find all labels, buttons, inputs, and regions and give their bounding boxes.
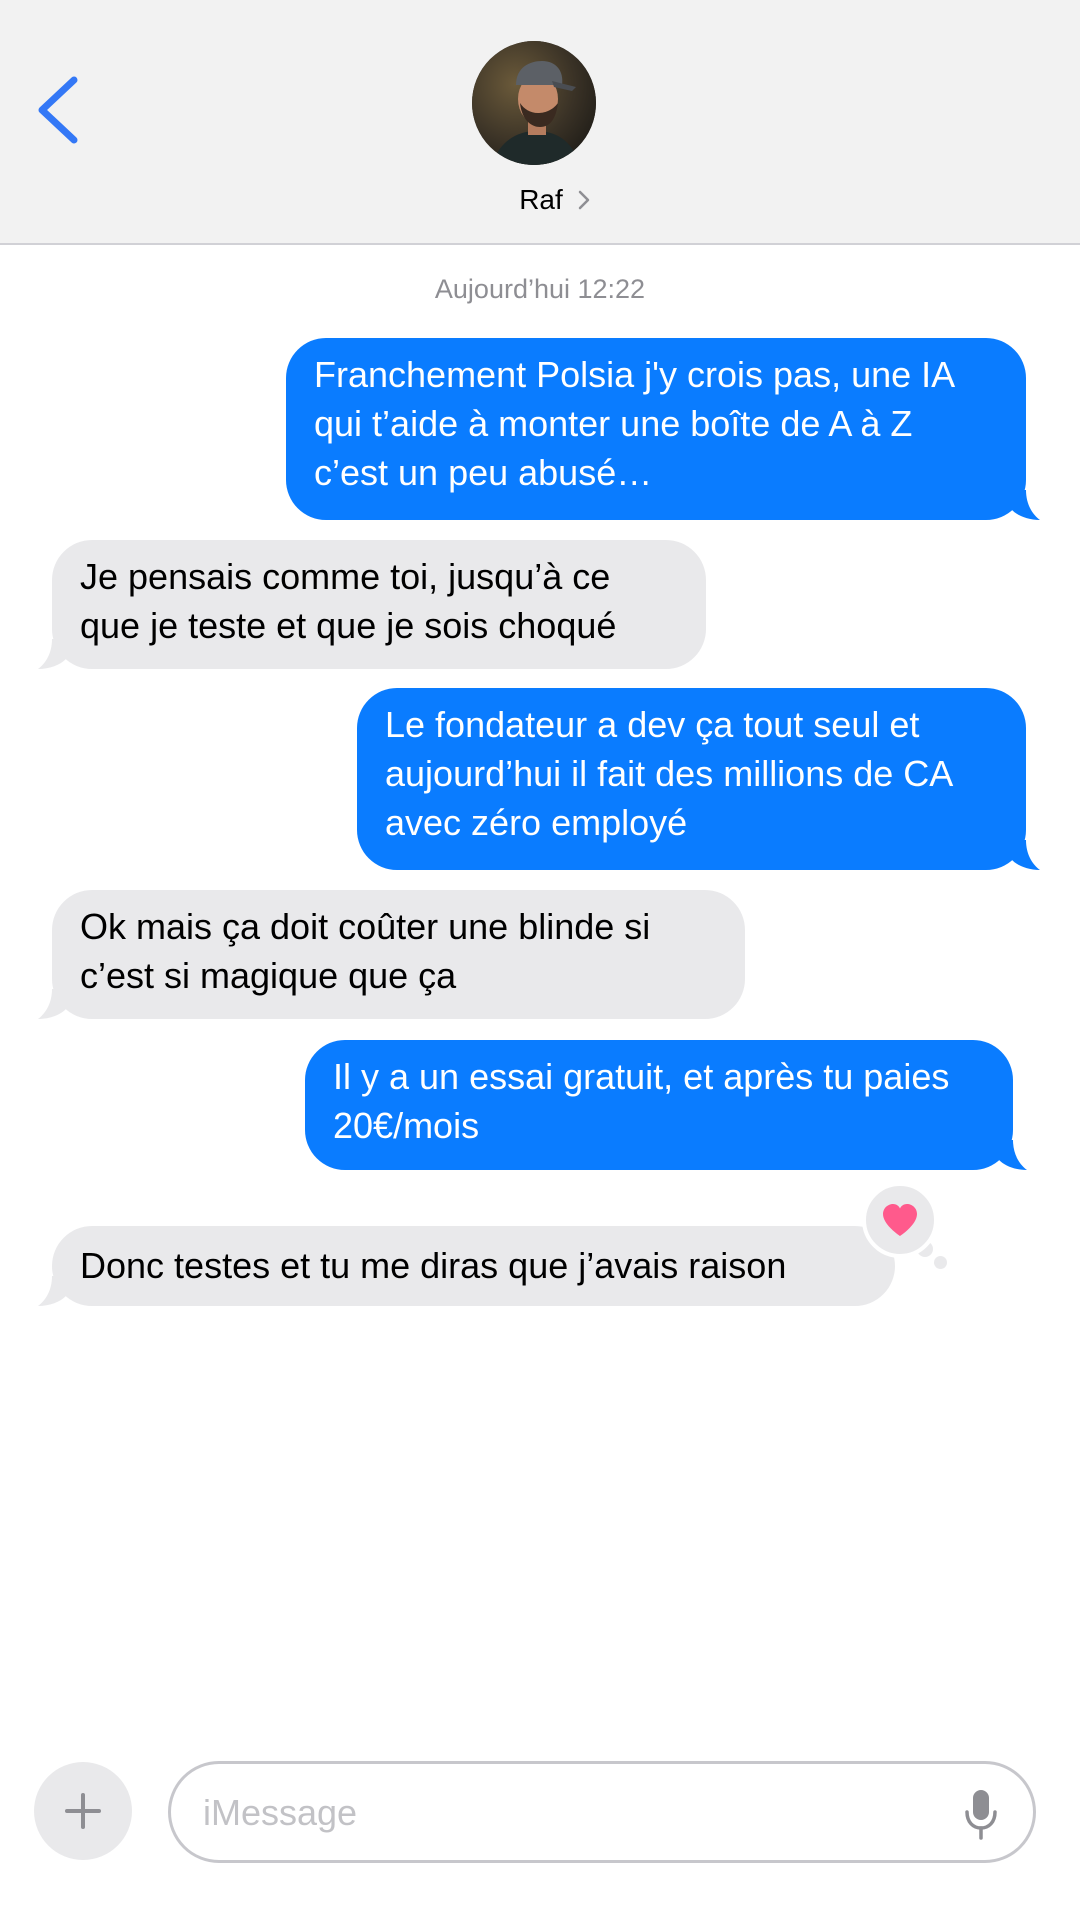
bubble-tail (38, 1276, 68, 1306)
message-input[interactable] (201, 1764, 925, 1862)
contact-avatar[interactable] (472, 41, 596, 165)
message-bubble-received[interactable]: Je pensais comme toi, jusqu’à ce que je … (52, 540, 706, 669)
bubble-tail (1010, 490, 1040, 520)
bubble-tail (1010, 840, 1040, 870)
heart-reaction[interactable] (862, 1182, 938, 1258)
plus-icon (65, 1793, 101, 1829)
message-bubble-sent[interactable]: Le fondateur a dev ça tout seul et aujou… (357, 688, 1026, 870)
chevron-right-icon (578, 190, 590, 210)
bubble-tail (38, 989, 68, 1019)
message-bubble-sent[interactable]: Franchement Polsia j'y crois pas, une IA… (286, 338, 1026, 520)
back-button[interactable] (30, 70, 90, 150)
avatar-photo (472, 41, 596, 165)
contact-name: Raf (519, 184, 563, 215)
chevron-left-icon (38, 76, 78, 144)
bubble-tail (997, 1140, 1027, 1170)
conversation-timestamp: Aujourd’hui 12:22 (434, 274, 646, 304)
reaction-bubble-dot (934, 1256, 947, 1269)
message-bubble-sent[interactable]: Il y a un essai gratuit, et après tu pai… (305, 1040, 1013, 1170)
message-input-container (168, 1761, 1036, 1863)
conversation-header: Raf (0, 0, 1080, 245)
add-attachment-button[interactable] (34, 1762, 132, 1860)
message-bubble-received[interactable]: Ok mais ça doit coûter une blinde si c’e… (52, 890, 745, 1019)
microphone-icon[interactable] (963, 1788, 999, 1840)
message-bubble-received[interactable]: Donc testes et tu me diras que j’avais r… (52, 1226, 895, 1306)
contact-details-button[interactable]: Raf (0, 180, 1080, 220)
heart-icon (883, 1204, 917, 1236)
bubble-tail (38, 639, 68, 669)
